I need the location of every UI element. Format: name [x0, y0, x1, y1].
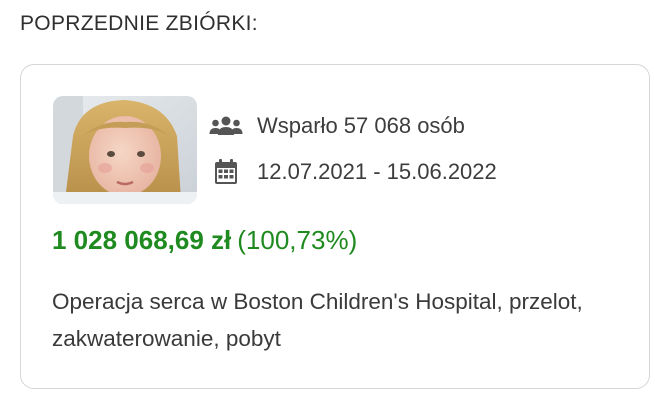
amount-row: 1 028 068,69 zł (100,73%) [52, 225, 357, 256]
fundraiser-thumbnail[interactable] [53, 96, 197, 204]
child-photo-image [53, 96, 197, 204]
supporters-text: Wsparło 57 068 osób [257, 113, 465, 138]
fundraiser-description: Operacja serca w Boston Children's Hospi… [52, 289, 583, 351]
fundraiser-card[interactable]: Wsparło 57 068 osób 12.07.2021 - 15.06.2… [20, 64, 650, 389]
calendar-icon [209, 159, 243, 185]
dates-row: 12.07.2021 - 15.06.2022 [209, 159, 497, 185]
supporters-row: Wsparło 57 068 osób [209, 113, 465, 139]
date-range: 12.07.2021 - 15.06.2022 [257, 159, 497, 184]
users-icon [209, 113, 243, 139]
amount-raised: 1 028 068,69 zł [52, 225, 232, 255]
section-title: POPRZEDNIE ZBIÓRKI: [20, 12, 258, 35]
percent-raised: (100,73%) [237, 225, 358, 255]
